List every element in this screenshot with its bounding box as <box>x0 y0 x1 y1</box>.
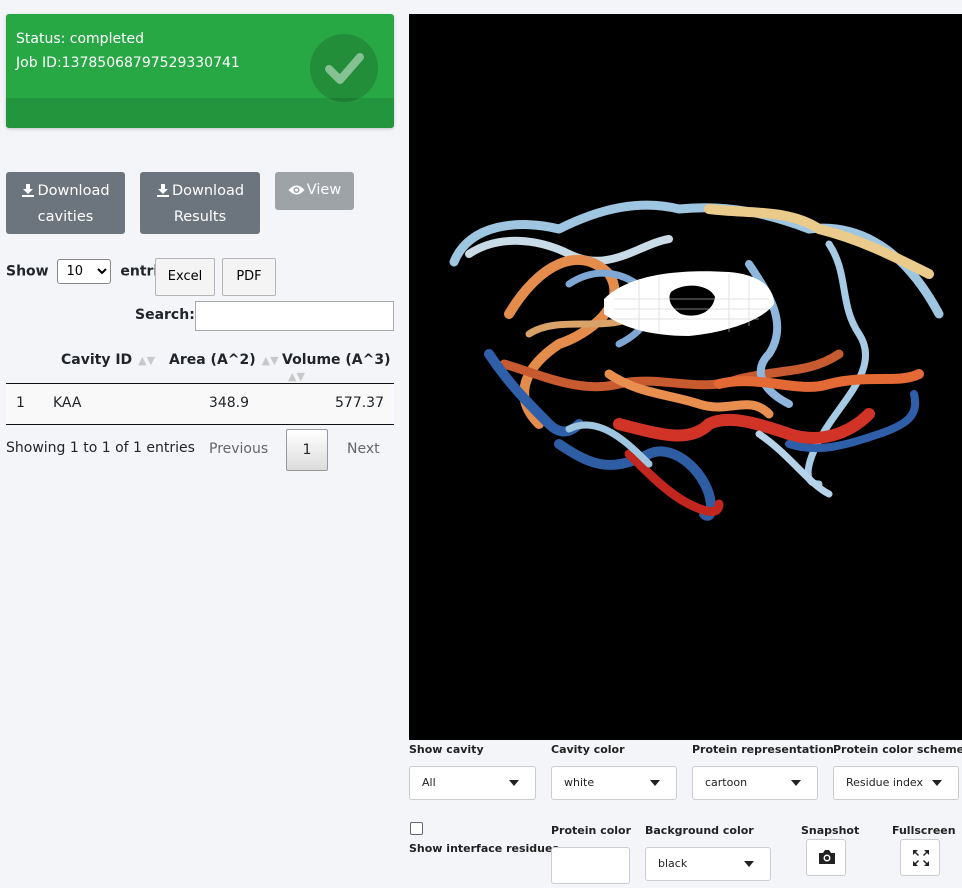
column-label: Volume (A^3) <box>282 352 391 368</box>
sort-icon: ▲▼ <box>261 354 279 367</box>
protein-representation-label: Protein representation <box>692 743 834 756</box>
previous-page-button[interactable]: Previous <box>209 441 268 457</box>
download-results-label-2: Results <box>173 209 227 225</box>
background-color-label: Background color <box>645 824 754 837</box>
expand-icon <box>913 850 929 866</box>
caret-down-icon <box>509 780 519 786</box>
cell-cavity-id: KAA <box>53 395 82 411</box>
download-cavities-button[interactable]: Download cavities <box>6 172 125 234</box>
background-color-select[interactable]: black <box>645 847 771 881</box>
caret-down-icon <box>791 780 801 786</box>
download-icon <box>21 181 35 205</box>
caret-down-icon <box>932 780 942 786</box>
column-label: Area (A^2) <box>169 352 256 368</box>
job-status-box: Status: completed Job ID:137850687975293… <box>6 14 394 128</box>
column-label: Cavity ID <box>61 352 133 368</box>
show-interface-residues-checkbox[interactable] <box>410 822 423 835</box>
show-cavity-value: All <box>422 776 436 789</box>
download-icon <box>156 181 170 205</box>
show-interface-residues-label: Show interface residues <box>409 842 559 855</box>
pdf-export-button[interactable]: PDF <box>222 258 276 296</box>
column-header-cavity-id[interactable]: Cavity ID ▲▼ <box>61 352 155 368</box>
status-footer <box>6 98 394 128</box>
fullscreen-button[interactable] <box>900 839 940 876</box>
column-header-volume[interactable]: Volume (A^3) ▲▼ <box>282 352 394 384</box>
show-cavity-label: Show cavity <box>409 743 484 756</box>
fullscreen-label: Fullscreen <box>892 824 956 837</box>
cavity-color-select[interactable]: white <box>551 766 677 800</box>
table-header: Cavity ID ▲▼ Area (A^2) ▲▼ Volume (A^3)▲▼ <box>6 340 394 384</box>
next-page-button[interactable]: Next <box>347 441 380 457</box>
table-row[interactable]: 1 KAA 348.9 577.37 <box>6 384 394 425</box>
download-results-button[interactable]: Download Results <box>140 172 260 234</box>
view-button[interactable]: View <box>275 172 354 210</box>
protein-structure-render <box>449 200 944 521</box>
table-info: Showing 1 to 1 of 1 entries <box>6 440 195 456</box>
show-cavity-select[interactable]: All <box>409 766 536 800</box>
sort-icon: ▲▼ <box>138 354 156 367</box>
camera-icon <box>819 850 835 864</box>
page-size-control: Show 10 entries <box>6 259 176 284</box>
snapshot-label: Snapshot <box>801 824 860 837</box>
show-label: Show <box>6 263 49 280</box>
download-cavities-label-1: Download <box>37 183 110 199</box>
snapshot-button[interactable] <box>806 839 846 876</box>
download-results-label-1: Download <box>171 183 245 199</box>
cell-area: 348.9 <box>208 395 249 411</box>
protein-color-input[interactable] <box>551 847 630 884</box>
search-input[interactable] <box>195 301 394 331</box>
molecule-viewer[interactable] <box>409 14 962 740</box>
protein-color-scheme-label: Protein color scheme <box>833 743 962 756</box>
protein-color-scheme-value: Residue index <box>846 776 924 789</box>
background-color-value: black <box>658 857 688 870</box>
eye-icon <box>288 180 305 204</box>
cavity-color-value: white <box>564 776 595 789</box>
caret-down-icon <box>650 780 660 786</box>
protein-representation-value: cartoon <box>705 776 748 789</box>
cell-volume: 577.37 <box>335 395 384 411</box>
current-page-button[interactable]: 1 <box>286 429 328 471</box>
excel-export-button[interactable]: Excel <box>155 258 215 296</box>
row-index: 1 <box>16 395 25 411</box>
cavity-color-label: Cavity color <box>551 743 625 756</box>
sort-icon: ▲▼ <box>288 370 305 383</box>
view-label: View <box>306 182 342 198</box>
protein-color-label: Protein color <box>551 824 632 837</box>
search-label: Search: <box>135 307 195 323</box>
download-cavities-label-2: cavities <box>37 209 94 225</box>
check-circle-icon <box>310 34 378 102</box>
protein-color-scheme-select[interactable]: Residue index <box>833 766 959 800</box>
protein-representation-select[interactable]: cartoon <box>692 766 818 800</box>
page-size-select[interactable]: 10 <box>57 259 112 284</box>
column-header-area[interactable]: Area (A^2) ▲▼ <box>169 352 279 368</box>
caret-down-icon <box>744 861 754 867</box>
